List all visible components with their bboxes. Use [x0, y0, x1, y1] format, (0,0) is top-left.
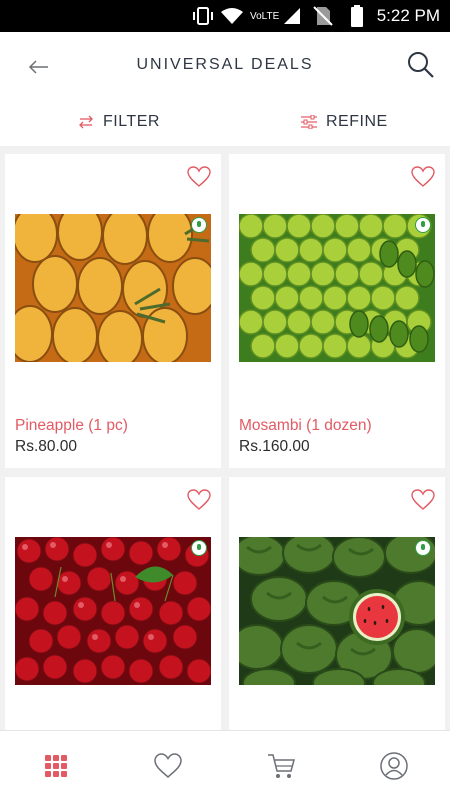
no-sim-icon	[313, 6, 333, 26]
product-card[interactable]: Mosambi (1 dozen) Rs.160.00	[229, 154, 445, 468]
bottom-navigation	[0, 730, 450, 801]
pineapple-image	[15, 214, 211, 362]
cart-icon[interactable]	[266, 751, 296, 781]
watermelon-image	[239, 537, 435, 685]
swap-arrows-icon	[79, 115, 93, 129]
filter-button[interactable]: FILTER	[77, 106, 160, 138]
veg-badge-icon	[415, 217, 431, 233]
wifi-icon	[221, 8, 243, 24]
refine-label: REFINE	[326, 113, 388, 130]
product-name[interactable]: Mosambi (1 dozen)	[239, 417, 372, 435]
network-type: VoLTE	[250, 11, 280, 22]
status-bar: VoLTE 5:22 PM	[0, 0, 450, 32]
mosambi-image	[239, 214, 435, 362]
refine-button[interactable]: REFINE	[300, 106, 388, 138]
product-price: Rs.80.00	[15, 438, 78, 455]
profile-icon[interactable]	[379, 751, 409, 781]
clock: 5:22 PM	[376, 6, 440, 25]
cherries-image	[15, 537, 211, 685]
page-title: UNIVERSAL DEALS	[136, 56, 314, 73]
product-card[interactable]	[229, 477, 445, 730]
wishlist-heart-icon[interactable]	[411, 166, 435, 188]
app-bar: UNIVERSAL DEALS	[0, 32, 450, 100]
product-price: Rs.160.00	[239, 438, 310, 455]
wishlist-heart-icon[interactable]	[187, 166, 211, 188]
veg-badge-icon	[415, 540, 431, 556]
vibrate-icon	[193, 7, 213, 25]
battery-icon	[351, 5, 363, 27]
heart-icon[interactable]	[153, 751, 183, 781]
wishlist-heart-icon[interactable]	[411, 489, 435, 511]
grid-icon[interactable]	[41, 751, 71, 781]
signal-icon	[284, 8, 300, 24]
filter-bar: FILTER REFINE	[0, 100, 450, 147]
search-icon[interactable]	[406, 50, 436, 80]
product-card[interactable]: Pineapple (1 pc) Rs.80.00	[5, 154, 221, 468]
wishlist-heart-icon[interactable]	[187, 489, 211, 511]
product-name[interactable]: Pineapple (1 pc)	[15, 417, 128, 435]
filter-label: FILTER	[103, 113, 160, 130]
sliders-icon	[301, 115, 317, 129]
veg-badge-icon	[191, 540, 207, 556]
veg-badge-icon	[191, 217, 207, 233]
product-card[interactable]	[5, 477, 221, 730]
